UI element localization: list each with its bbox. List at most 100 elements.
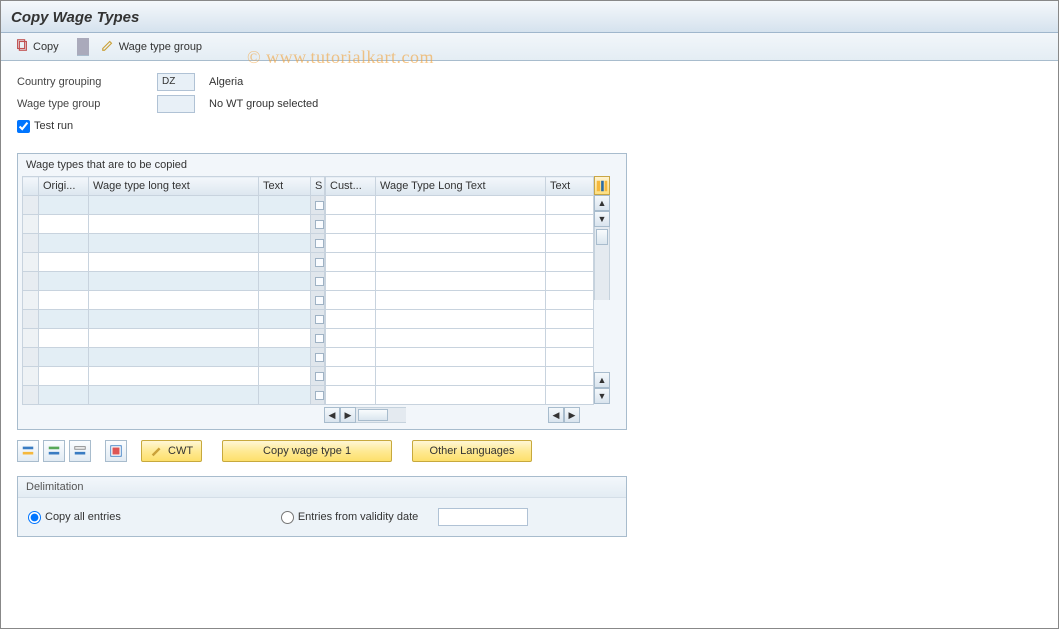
cell-text2[interactable] <box>546 291 594 310</box>
cell-select[interactable] <box>311 253 325 272</box>
col-wt-longtext2[interactable]: Wage Type Long Text <box>376 177 546 196</box>
copy-button[interactable]: Copy <box>7 37 67 57</box>
cell-customer[interactable] <box>326 215 376 234</box>
cell-origin[interactable] <box>39 272 89 291</box>
cell-text[interactable] <box>259 272 311 291</box>
country-grouping-input[interactable]: DZ <box>157 73 195 91</box>
vscroll-thumb[interactable] <box>596 229 608 245</box>
cell-select[interactable] <box>311 272 325 291</box>
cell-wt-longtext2[interactable] <box>376 272 546 291</box>
row-selector[interactable] <box>23 234 39 253</box>
test-run-checkbox[interactable] <box>17 120 30 133</box>
validity-date-input[interactable] <box>438 508 528 526</box>
cell-wt-longtext[interactable] <box>89 310 259 329</box>
row-selector[interactable] <box>23 253 39 272</box>
cell-select[interactable] <box>311 215 325 234</box>
hscroll-right-icon[interactable]: ▶ <box>340 407 356 423</box>
cell-wt-longtext[interactable] <box>89 272 259 291</box>
cell-origin[interactable] <box>39 196 89 215</box>
cell-text2[interactable] <box>546 386 594 405</box>
cell-text[interactable] <box>259 386 311 405</box>
row-selector[interactable] <box>23 272 39 291</box>
col-text[interactable]: Text <box>259 177 311 196</box>
scroll-down-icon[interactable]: ▼ <box>594 211 610 227</box>
cell-wt-longtext2[interactable] <box>376 348 546 367</box>
cell-wt-longtext[interactable] <box>89 234 259 253</box>
cell-select[interactable] <box>311 348 325 367</box>
cell-wt-longtext[interactable] <box>89 291 259 310</box>
cell-wt-longtext2[interactable] <box>376 215 546 234</box>
cell-customer[interactable] <box>326 310 376 329</box>
cell-origin[interactable] <box>39 253 89 272</box>
hscroll-left2-icon[interactable]: ◀ <box>548 407 564 423</box>
cell-text[interactable] <box>259 196 311 215</box>
cell-text[interactable] <box>259 234 311 253</box>
row-selector[interactable] <box>23 329 39 348</box>
cell-text[interactable] <box>259 348 311 367</box>
cell-select[interactable] <box>311 386 325 405</box>
cell-select[interactable] <box>311 234 325 253</box>
insert-row-icon[interactable] <box>17 440 39 462</box>
col-text2[interactable]: Text <box>546 177 594 196</box>
wage-type-group-button[interactable]: Wage type group <box>93 37 210 57</box>
cell-origin[interactable] <box>39 367 89 386</box>
cell-text2[interactable] <box>546 348 594 367</box>
table-settings-icon[interactable] <box>594 176 610 195</box>
cell-origin[interactable] <box>39 234 89 253</box>
cell-text[interactable] <box>259 215 311 234</box>
cell-wt-longtext[interactable] <box>89 215 259 234</box>
cell-text[interactable] <box>259 253 311 272</box>
row-selector[interactable] <box>23 291 39 310</box>
col-sel[interactable]: S <box>311 177 325 196</box>
row-selector[interactable] <box>23 310 39 329</box>
cell-text2[interactable] <box>546 215 594 234</box>
cell-wt-longtext2[interactable] <box>376 386 546 405</box>
cell-wt-longtext2[interactable] <box>376 234 546 253</box>
cell-wt-longtext[interactable] <box>89 386 259 405</box>
cell-text2[interactable] <box>546 253 594 272</box>
cell-wt-longtext2[interactable] <box>376 291 546 310</box>
hscroll-thumb[interactable] <box>358 409 388 421</box>
entries-from-date-radio[interactable] <box>281 511 294 524</box>
vscroll-track[interactable] <box>594 227 610 300</box>
cell-text2[interactable] <box>546 367 594 386</box>
cell-customer[interactable] <box>326 329 376 348</box>
row-selector[interactable] <box>23 196 39 215</box>
hscroll-right2-icon[interactable]: ▶ <box>564 407 580 423</box>
cell-customer[interactable] <box>326 196 376 215</box>
cell-select[interactable] <box>311 367 325 386</box>
cell-select[interactable] <box>311 310 325 329</box>
hscroll-left-icon[interactable]: ◀ <box>324 407 340 423</box>
cell-origin[interactable] <box>39 310 89 329</box>
cell-wt-longtext[interactable] <box>89 196 259 215</box>
row-selector[interactable] <box>23 367 39 386</box>
cell-wt-longtext2[interactable] <box>376 367 546 386</box>
copy-all-entries-radio[interactable] <box>28 511 41 524</box>
cell-select[interactable] <box>311 329 325 348</box>
row-selector[interactable] <box>23 348 39 367</box>
cell-wt-longtext2[interactable] <box>376 253 546 272</box>
cwt-button[interactable]: CWT <box>141 440 202 462</box>
col-origin[interactable]: Origi... <box>39 177 89 196</box>
cell-origin[interactable] <box>39 386 89 405</box>
wage-type-group-input[interactable] <box>157 95 195 113</box>
other-languages-button[interactable]: Other Languages <box>412 440 532 462</box>
cell-wt-longtext[interactable] <box>89 348 259 367</box>
hscroll-track-left[interactable] <box>356 407 406 423</box>
cell-customer[interactable] <box>326 253 376 272</box>
scroll-up-icon[interactable]: ▲ <box>594 195 610 211</box>
select-all-icon[interactable] <box>105 440 127 462</box>
cell-origin[interactable] <box>39 215 89 234</box>
cell-customer[interactable] <box>326 272 376 291</box>
cell-customer[interactable] <box>326 291 376 310</box>
col-customer[interactable]: Cust... <box>326 177 376 196</box>
cell-text[interactable] <box>259 291 311 310</box>
cell-wt-longtext[interactable] <box>89 367 259 386</box>
scroll-up2-icon[interactable]: ▲ <box>594 372 610 388</box>
cell-origin[interactable] <box>39 291 89 310</box>
cell-text2[interactable] <box>546 329 594 348</box>
cell-text2[interactable] <box>546 310 594 329</box>
cell-text[interactable] <box>259 310 311 329</box>
row-selector-header[interactable] <box>23 177 39 196</box>
row-selector[interactable] <box>23 386 39 405</box>
